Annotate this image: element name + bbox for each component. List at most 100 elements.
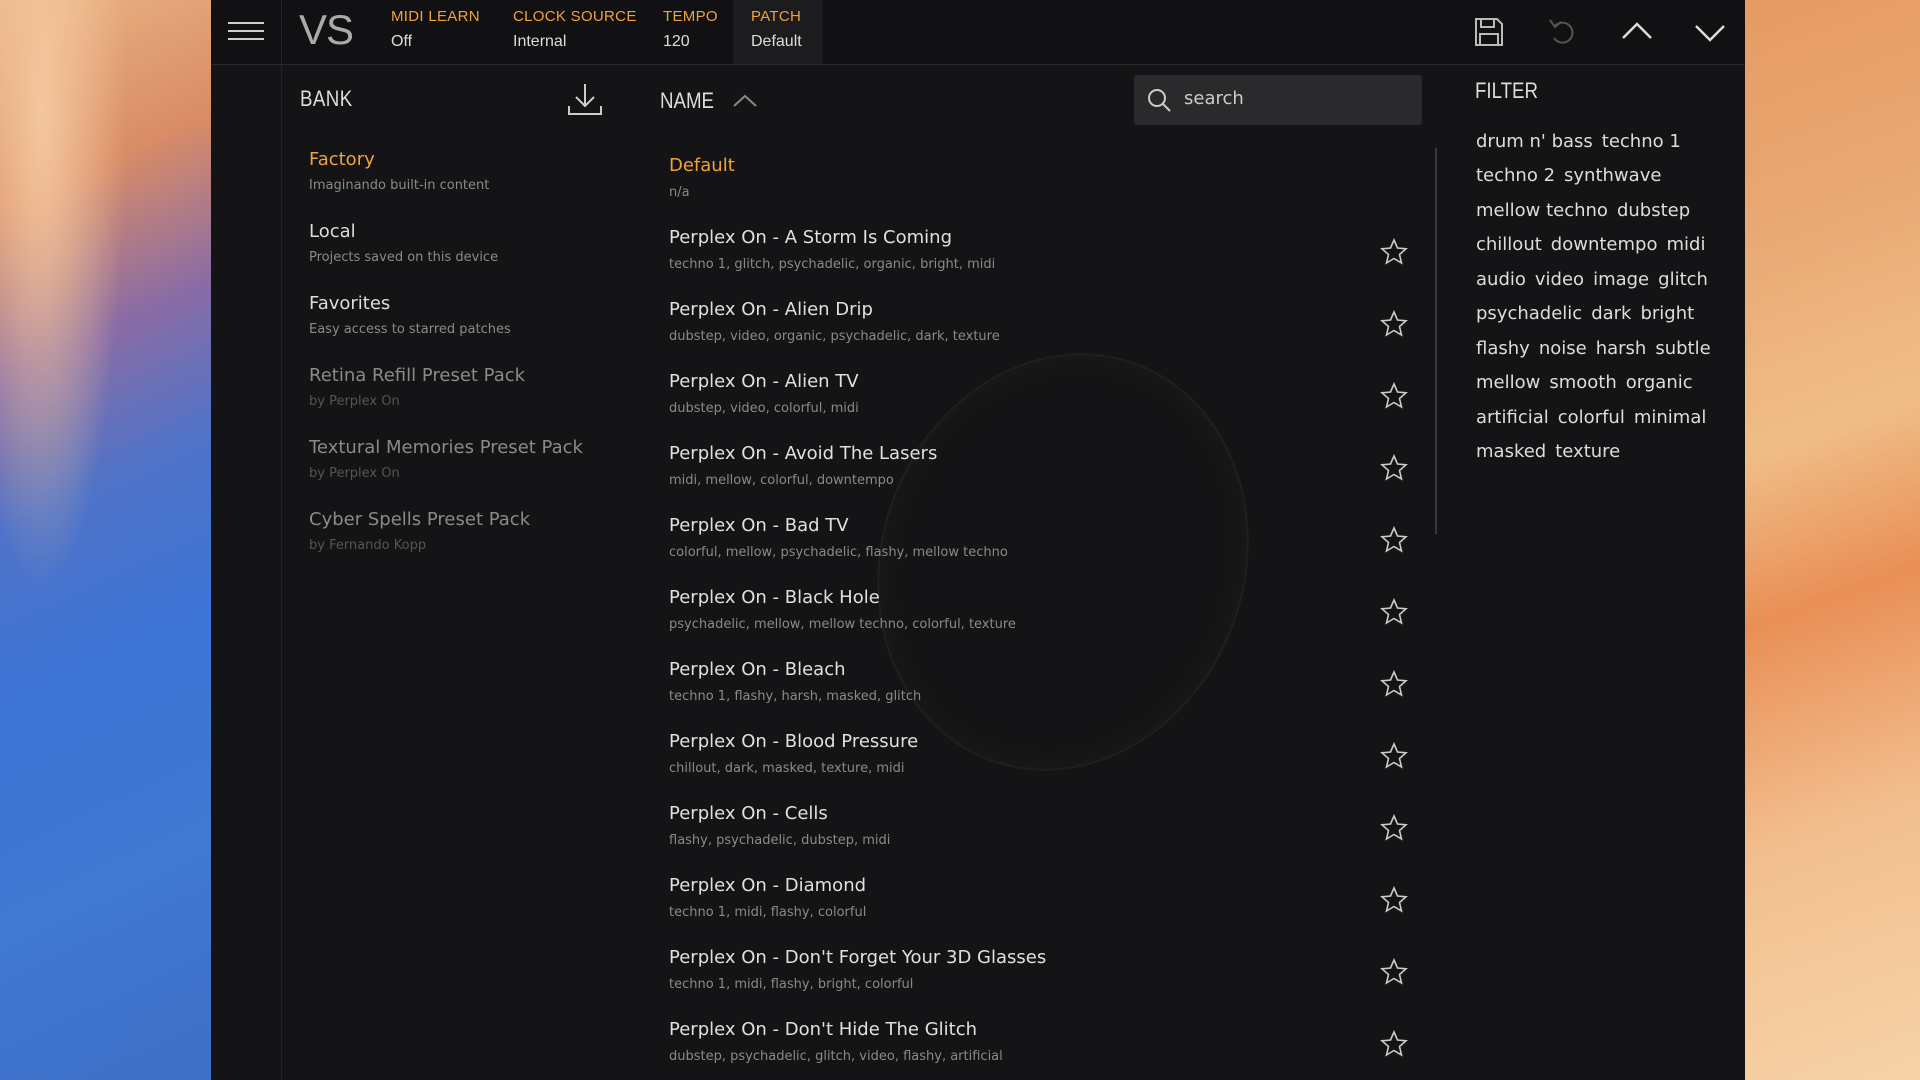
bank-item-cyber-spells[interactable]: Cyber Spells Preset Pack by Fernando Kop… [309,509,639,553]
patch-row[interactable]: Perplex On - Don't Hide The Glitch dubst… [669,1019,1449,1064]
filter-tag[interactable]: downtempo [1551,234,1658,255]
patch-row-default[interactable]: Default n/a [669,155,1449,200]
app-window: VS MIDI LEARN Off CLOCK SOURCE Internal … [211,0,1745,1080]
midi-learn-label: MIDI LEARN [391,8,480,25]
filter-tag-row: psychadelic dark bright [1476,303,1703,324]
filter-tag[interactable]: image [1593,269,1649,290]
star-icon[interactable] [1379,1029,1409,1059]
star-icon[interactable] [1379,813,1409,843]
patch-row[interactable]: Perplex On - Diamond techno 1, midi, fla… [669,875,1449,920]
patch-tags: colorful, mellow, psychadelic, flashy, m… [669,545,1008,560]
star-icon[interactable] [1379,597,1409,627]
clock-source-value: Internal [513,33,567,50]
patch-row[interactable]: Perplex On - Alien TV dubstep, video, co… [669,371,1449,416]
star-icon[interactable] [1379,525,1409,555]
filter-tag[interactable]: techno 2 [1476,165,1555,186]
star-icon[interactable] [1379,885,1409,915]
filter-tag[interactable]: synthwave [1564,165,1661,186]
filter-tag[interactable]: masked [1476,441,1546,462]
filter-tag[interactable]: dubstep [1617,200,1690,221]
filter-tag[interactable]: texture [1555,441,1620,462]
filter-tag[interactable]: video [1535,269,1584,290]
bank-item-textural-memories[interactable]: Textural Memories Preset Pack by Perplex… [309,437,639,481]
patch-title: Perplex On - Black Hole [669,587,880,608]
filter-tag[interactable]: mellow [1476,372,1540,393]
undo-icon[interactable] [1545,14,1581,50]
sort-ascending-icon[interactable] [730,88,760,112]
filter-tag[interactable]: subtle [1655,338,1710,359]
chevron-down-icon[interactable] [1692,14,1728,50]
list-scrollbar[interactable] [1435,148,1437,534]
patch-row[interactable]: Perplex On - Cells flashy, psychadelic, … [669,803,1449,848]
filter-tag[interactable]: drum n' bass [1476,131,1593,152]
filter-tag[interactable]: smooth [1549,372,1616,393]
patch-title: Perplex On - Diamond [669,875,867,896]
top-bar: VS MIDI LEARN Off CLOCK SOURCE Internal … [211,0,1745,65]
bank-item-local[interactable]: Local Projects saved on this device [309,221,639,265]
filter-tag[interactable]: techno 1 [1602,131,1681,152]
filter-tag-row: drum n' bass techno 1 [1476,131,1690,152]
filter-tag[interactable]: midi [1666,234,1705,255]
filter-tag[interactable]: noise [1539,338,1587,359]
patch-row[interactable]: Perplex On - Alien Drip dubstep, video, … [669,299,1449,344]
patch-row[interactable]: Perplex On - A Storm Is Coming techno 1,… [669,227,1449,272]
filter-tag[interactable]: psychadelic [1476,303,1582,324]
menu-icon[interactable] [228,16,264,42]
patch-row[interactable]: Perplex On - Don't Forget Your 3D Glasse… [669,947,1449,992]
bank-item-name: Textural Memories Preset Pack [309,437,583,458]
filter-tag[interactable]: chillout [1476,234,1542,255]
save-icon[interactable] [1471,14,1507,50]
filter-tag[interactable]: audio [1476,269,1526,290]
star-icon[interactable] [1379,453,1409,483]
search-placeholder: search [1184,88,1244,109]
filter-tag[interactable]: harsh [1596,338,1647,359]
star-icon[interactable] [1379,309,1409,339]
bank-item-factory[interactable]: Factory Imaginando built-in content [309,149,639,193]
star-icon[interactable] [1379,741,1409,771]
filter-tag[interactable]: artificial [1476,407,1549,428]
patch-row[interactable]: Perplex On - Avoid The Lasers midi, mell… [669,443,1449,488]
patch-row[interactable]: Perplex On - Black Hole psychadelic, mel… [669,587,1449,632]
patch-tags: chillout, dark, masked, texture, midi [669,761,905,776]
chevron-up-icon[interactable] [1619,14,1655,50]
star-icon[interactable] [1379,957,1409,987]
midi-learn-control[interactable]: MIDI LEARN Off [391,8,480,51]
bank-item-retina-refill[interactable]: Retina Refill Preset Pack by Perplex On [309,365,639,409]
filter-tag-row: audio video image glitch [1476,269,1717,290]
filter-tag[interactable]: colorful [1558,407,1625,428]
clock-source-control[interactable]: CLOCK SOURCE Internal [513,8,637,51]
filter-tag-row: masked texture [1476,441,1629,462]
desktop-wallpaper-left [0,0,211,1080]
star-icon[interactable] [1379,381,1409,411]
patch-value: Default [751,33,802,50]
sidebar-divider [281,0,282,1080]
download-icon[interactable] [565,80,605,120]
filter-tag[interactable]: dark [1591,303,1631,324]
patch-title: Perplex On - Don't Forget Your 3D Glasse… [669,947,1047,968]
bank-item-favorites[interactable]: Favorites Easy access to starred patches [309,293,639,337]
patch-title: Perplex On - Blood Pressure [669,731,919,752]
patch-row[interactable]: Perplex On - Blood Pressure chillout, da… [669,731,1449,776]
patch-control[interactable]: PATCH Default [751,8,802,51]
bank-item-name: Factory [309,149,375,170]
patch-tags: techno 1, midi, flashy, bright, colorful [669,977,914,992]
search-input[interactable]: search [1134,75,1422,125]
bank-item-name: Local [309,221,356,242]
patch-row[interactable]: Perplex On - Bad TV colorful, mellow, ps… [669,515,1449,560]
patch-row[interactable]: Perplex On - Bleach techno 1, flashy, ha… [669,659,1449,704]
patch-title: Perplex On - Bad TV [669,515,849,536]
filter-tag[interactable]: minimal [1634,407,1707,428]
tempo-control[interactable]: TEMPO 120 [663,8,718,51]
star-icon[interactable] [1379,669,1409,699]
filter-tag[interactable]: glitch [1658,269,1708,290]
patch-tags: techno 1, glitch, psychadelic, organic, … [669,257,996,272]
filter-tag[interactable]: mellow techno [1476,200,1608,221]
bank-item-name: Favorites [309,293,391,314]
filter-tag[interactable]: organic [1626,372,1693,393]
midi-learn-value: Off [391,33,413,50]
star-icon[interactable] [1379,237,1409,267]
patch-tags: dubstep, psychadelic, glitch, video, fla… [669,1049,1003,1064]
filter-tag[interactable]: flashy [1476,338,1530,359]
filter-tag-row: flashy noise harsh subtle [1476,338,1720,359]
filter-tag[interactable]: bright [1640,303,1694,324]
